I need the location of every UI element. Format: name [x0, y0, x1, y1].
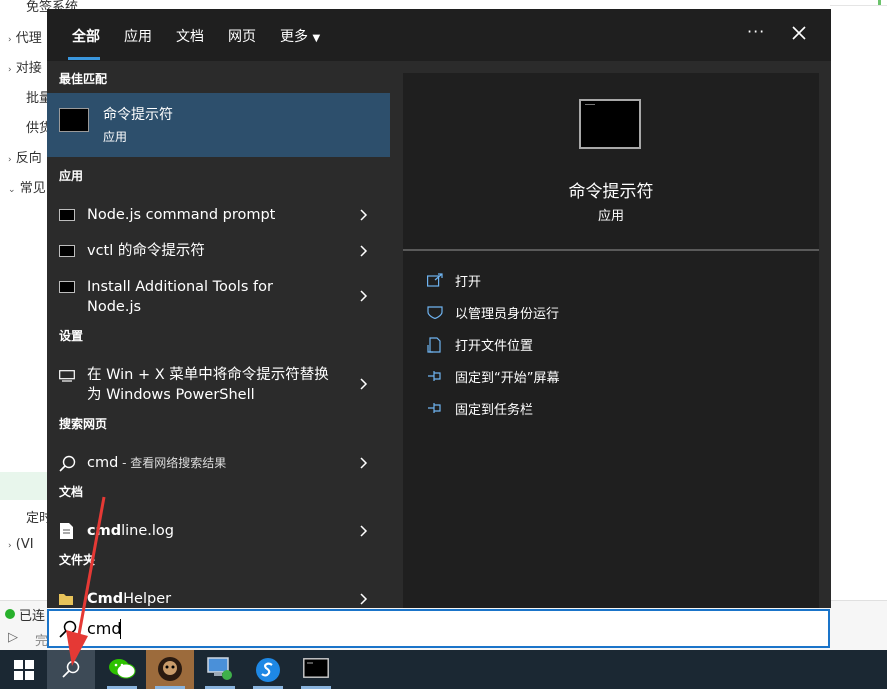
browser-icon [256, 658, 280, 682]
chevron-right-icon[interactable] [357, 593, 369, 605]
start-button[interactable] [0, 650, 48, 689]
bg-side-item[interactable]: › 对接 [8, 57, 42, 76]
result-label: Node.js command prompt [87, 207, 276, 223]
chevron-right-icon[interactable] [357, 245, 369, 257]
best-match-title: 命令提示符 [103, 107, 173, 123]
tab-documents[interactable]: 文档 [176, 26, 204, 46]
tab-apps[interactable]: 应用 [124, 26, 152, 46]
chevron-right-icon[interactable] [357, 290, 369, 302]
taskbar-wechat[interactable] [98, 650, 146, 689]
result-row-node-tools[interactable]: Install Additional Tools for Node.js [47, 269, 390, 317]
document-icon [60, 523, 73, 539]
bg-side-item[interactable]: › (VI [8, 537, 34, 552]
chevron-right-icon[interactable] [357, 525, 369, 537]
app-avatar-icon [158, 657, 182, 681]
preview-card: 命令提示符 应用 打开 以管理员身份运行 打开文件位置 固定到“开始”屏幕 固定… [403, 73, 819, 608]
search-filter-bar: 全部 应用 文档 网页 更多 ▼ ··· [47, 9, 831, 61]
section-best-match: 最佳匹配 [59, 72, 108, 86]
section-folders: 文件夹 [59, 553, 96, 567]
background-right-pane [830, 0, 887, 650]
command-prompt-icon [59, 108, 89, 132]
result-row-nodejs-prompt[interactable]: Node.js command prompt [47, 197, 390, 233]
pin-icon [428, 371, 441, 381]
wechat-icon [109, 659, 136, 679]
ellipsis-icon[interactable]: ··· [747, 22, 765, 41]
command-prompt-icon [59, 209, 75, 221]
search-icon [62, 660, 80, 678]
search-icon [59, 620, 77, 638]
connected-status-dot [5, 609, 15, 619]
search-box[interactable]: cmd [47, 609, 830, 648]
bg-side-item[interactable]: ⌄ 常见 [8, 177, 46, 196]
command-prompt-icon [59, 281, 75, 293]
preview-divider [403, 249, 819, 251]
result-row-web-search[interactable]: cmd - 查看网络搜索结果 [47, 445, 390, 481]
result-label: CmdHelper [87, 591, 172, 607]
result-label: cmd - 查看网络搜索结果 [87, 455, 227, 471]
chevron-right-icon[interactable] [357, 378, 369, 390]
tab-web[interactable]: 网页 [228, 26, 256, 46]
start-search-panel: 全部 应用 文档 网页 更多 ▼ ··· 最佳匹配 命令提示符 应用 应用 No… [47, 9, 831, 608]
status-text: 已连 [19, 609, 46, 624]
tab-more[interactable]: 更多 ▼ [280, 26, 320, 46]
best-match-subtitle: 应用 [103, 130, 128, 144]
section-documents: 文档 [59, 485, 84, 499]
result-label: vctl 的命令提示符 [87, 243, 205, 259]
search-icon [59, 455, 76, 472]
result-row-cmdline-log[interactable]: cmdline.log [47, 513, 390, 549]
result-label: 在 Win + X 菜单中将命令提示符替换为 Windows PowerShel… [87, 367, 329, 403]
result-label: cmdline.log [87, 523, 174, 539]
chevron-down-icon: ▼ [312, 33, 321, 44]
preview-pane: 命令提示符 应用 打开 以管理员身份运行 打开文件位置 固定到“开始”屏幕 固定… [390, 61, 831, 608]
background-sidebar: 免签系统 › 代理 › 对接 批量 供货 › 反向 ⌄ 常见 定时 › (VI [0, 0, 78, 650]
result-row-vctl-prompt[interactable]: vctl 的命令提示符 [47, 233, 390, 269]
taskbar-avatar-app[interactable] [146, 650, 194, 689]
tab-all[interactable]: 全部 [72, 26, 100, 46]
active-tab-indicator [68, 57, 100, 60]
folder-icon [59, 594, 73, 605]
taskbar-network-app[interactable] [196, 650, 244, 689]
open-icon [427, 273, 443, 287]
file-location-icon [427, 337, 441, 353]
preview-subtitle: 应用 [597, 209, 624, 224]
result-label: Install Additional Tools for Node.js [87, 279, 273, 315]
section-web: 搜索网页 [59, 417, 108, 431]
results-list: 最佳匹配 命令提示符 应用 应用 Node.js command prompt … [47, 61, 390, 608]
section-apps: 应用 [59, 169, 84, 183]
terminal-icon [303, 658, 329, 678]
windows-start-icon [14, 660, 34, 680]
chevron-right-icon[interactable] [357, 209, 369, 221]
pin-icon [428, 403, 441, 413]
text-caret [120, 619, 121, 639]
chevron-right-icon[interactable] [357, 457, 369, 469]
preview-title: 命令提示符 [568, 182, 654, 202]
search-input[interactable]: cmd [87, 619, 122, 638]
play-icon[interactable]: ▷ [8, 630, 18, 645]
monitor-icon [59, 370, 75, 382]
command-prompt-icon [59, 245, 75, 257]
shield-icon [427, 306, 443, 319]
taskbar-browser[interactable] [244, 650, 292, 689]
bg-side-item[interactable]: › 反向 [8, 147, 42, 166]
taskbar [0, 650, 887, 689]
bg-selected-row [0, 472, 48, 500]
result-row-winx-setting[interactable]: 在 Win + X 菜单中将命令提示符替换为 Windows PowerShel… [47, 357, 390, 405]
close-icon[interactable] [789, 23, 809, 43]
network-app-icon [207, 657, 232, 680]
section-settings: 设置 [59, 329, 84, 343]
command-prompt-large-icon [579, 99, 641, 149]
bg-side-item[interactable]: › 代理 [8, 27, 42, 46]
best-match-item[interactable]: 命令提示符 应用 [47, 93, 390, 157]
taskbar-search-button[interactable] [47, 650, 95, 689]
taskbar-terminal[interactable] [292, 650, 340, 689]
